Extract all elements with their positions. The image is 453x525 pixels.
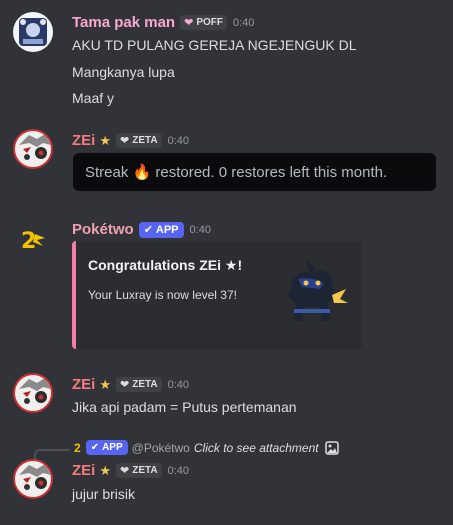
server-tag[interactable]: ❤ ZETA bbox=[116, 463, 162, 478]
heart-icon: ❤ bbox=[184, 17, 194, 29]
message-text: jujur brisik bbox=[72, 486, 136, 502]
star-icon: ★ bbox=[99, 376, 111, 392]
streak-notice: Streak 🔥 restored. 0 restores left this … bbox=[73, 153, 436, 191]
username[interactable]: Pokétwo bbox=[72, 221, 134, 238]
poketwo-logo-icon[interactable]: 2 bbox=[13, 218, 53, 258]
poketwo-logo-icon: 2 bbox=[74, 440, 81, 455]
reply-hint[interactable]: Click to see attachment bbox=[194, 441, 319, 455]
star-icon: ★ bbox=[99, 462, 111, 478]
server-tag-label: ZETA bbox=[132, 379, 158, 390]
username[interactable]: ZEi bbox=[72, 462, 95, 479]
star-icon: ★ bbox=[99, 132, 111, 148]
message-text: Mangkanya lupa bbox=[72, 64, 175, 80]
image-icon bbox=[324, 440, 339, 455]
app-badge: ✔ APP bbox=[85, 440, 128, 455]
timestamp: 0:40 bbox=[233, 16, 255, 29]
app-badge: ✔ APP bbox=[138, 221, 184, 238]
message-text: AKU TD PULANG GEREJA NGEJENGUK DL bbox=[72, 37, 357, 53]
server-tag[interactable]: ❤ ZETA bbox=[116, 133, 162, 148]
heart-icon: ❤ bbox=[120, 465, 130, 477]
username[interactable]: ZEi bbox=[72, 132, 95, 149]
heart-icon: ❤ bbox=[120, 379, 130, 391]
server-tag-label: ZETA bbox=[132, 465, 158, 476]
server-tag-label: ZETA bbox=[132, 135, 158, 146]
avatar[interactable] bbox=[13, 373, 53, 413]
pokemon-thumbnail[interactable] bbox=[272, 259, 352, 331]
embed-description: Your Luxray is now level 37! bbox=[88, 288, 237, 302]
app-badge-label: APP bbox=[102, 442, 123, 453]
username[interactable]: Tama pak man bbox=[72, 14, 175, 31]
server-tag[interactable]: ❤ ZETA bbox=[116, 377, 162, 392]
heart-icon: ❤ bbox=[120, 135, 130, 147]
embed-title: Congratulations ZEi ★! bbox=[88, 257, 243, 273]
reply-mention[interactable]: @Pokétwo bbox=[132, 441, 190, 455]
avatar[interactable] bbox=[13, 12, 53, 52]
avatar[interactable] bbox=[13, 129, 53, 169]
server-tag[interactable]: ❤ POFF bbox=[180, 15, 227, 30]
level-up-embed: Congratulations ZEi ★! Your Luxray is no… bbox=[72, 241, 362, 349]
timestamp: 0:40 bbox=[167, 378, 190, 391]
timestamp: 0:40 bbox=[189, 223, 211, 236]
message-text: Jika api padam = Putus pertemanan bbox=[72, 399, 297, 415]
checkmark-icon: ✔ bbox=[90, 442, 100, 453]
checkmark-icon: ✔ bbox=[143, 224, 153, 236]
message-text: Maaf y bbox=[72, 90, 115, 106]
server-tag-label: POFF bbox=[196, 17, 223, 28]
username[interactable]: ZEi bbox=[72, 376, 95, 393]
avatar[interactable] bbox=[13, 459, 53, 499]
app-badge-label: APP bbox=[155, 223, 179, 236]
timestamp: 0:40 bbox=[167, 464, 190, 477]
timestamp: 0:40 bbox=[167, 134, 190, 147]
reply-preview[interactable]: 2 ✔ APP @Pokétwo Click to see attachment bbox=[74, 440, 339, 455]
